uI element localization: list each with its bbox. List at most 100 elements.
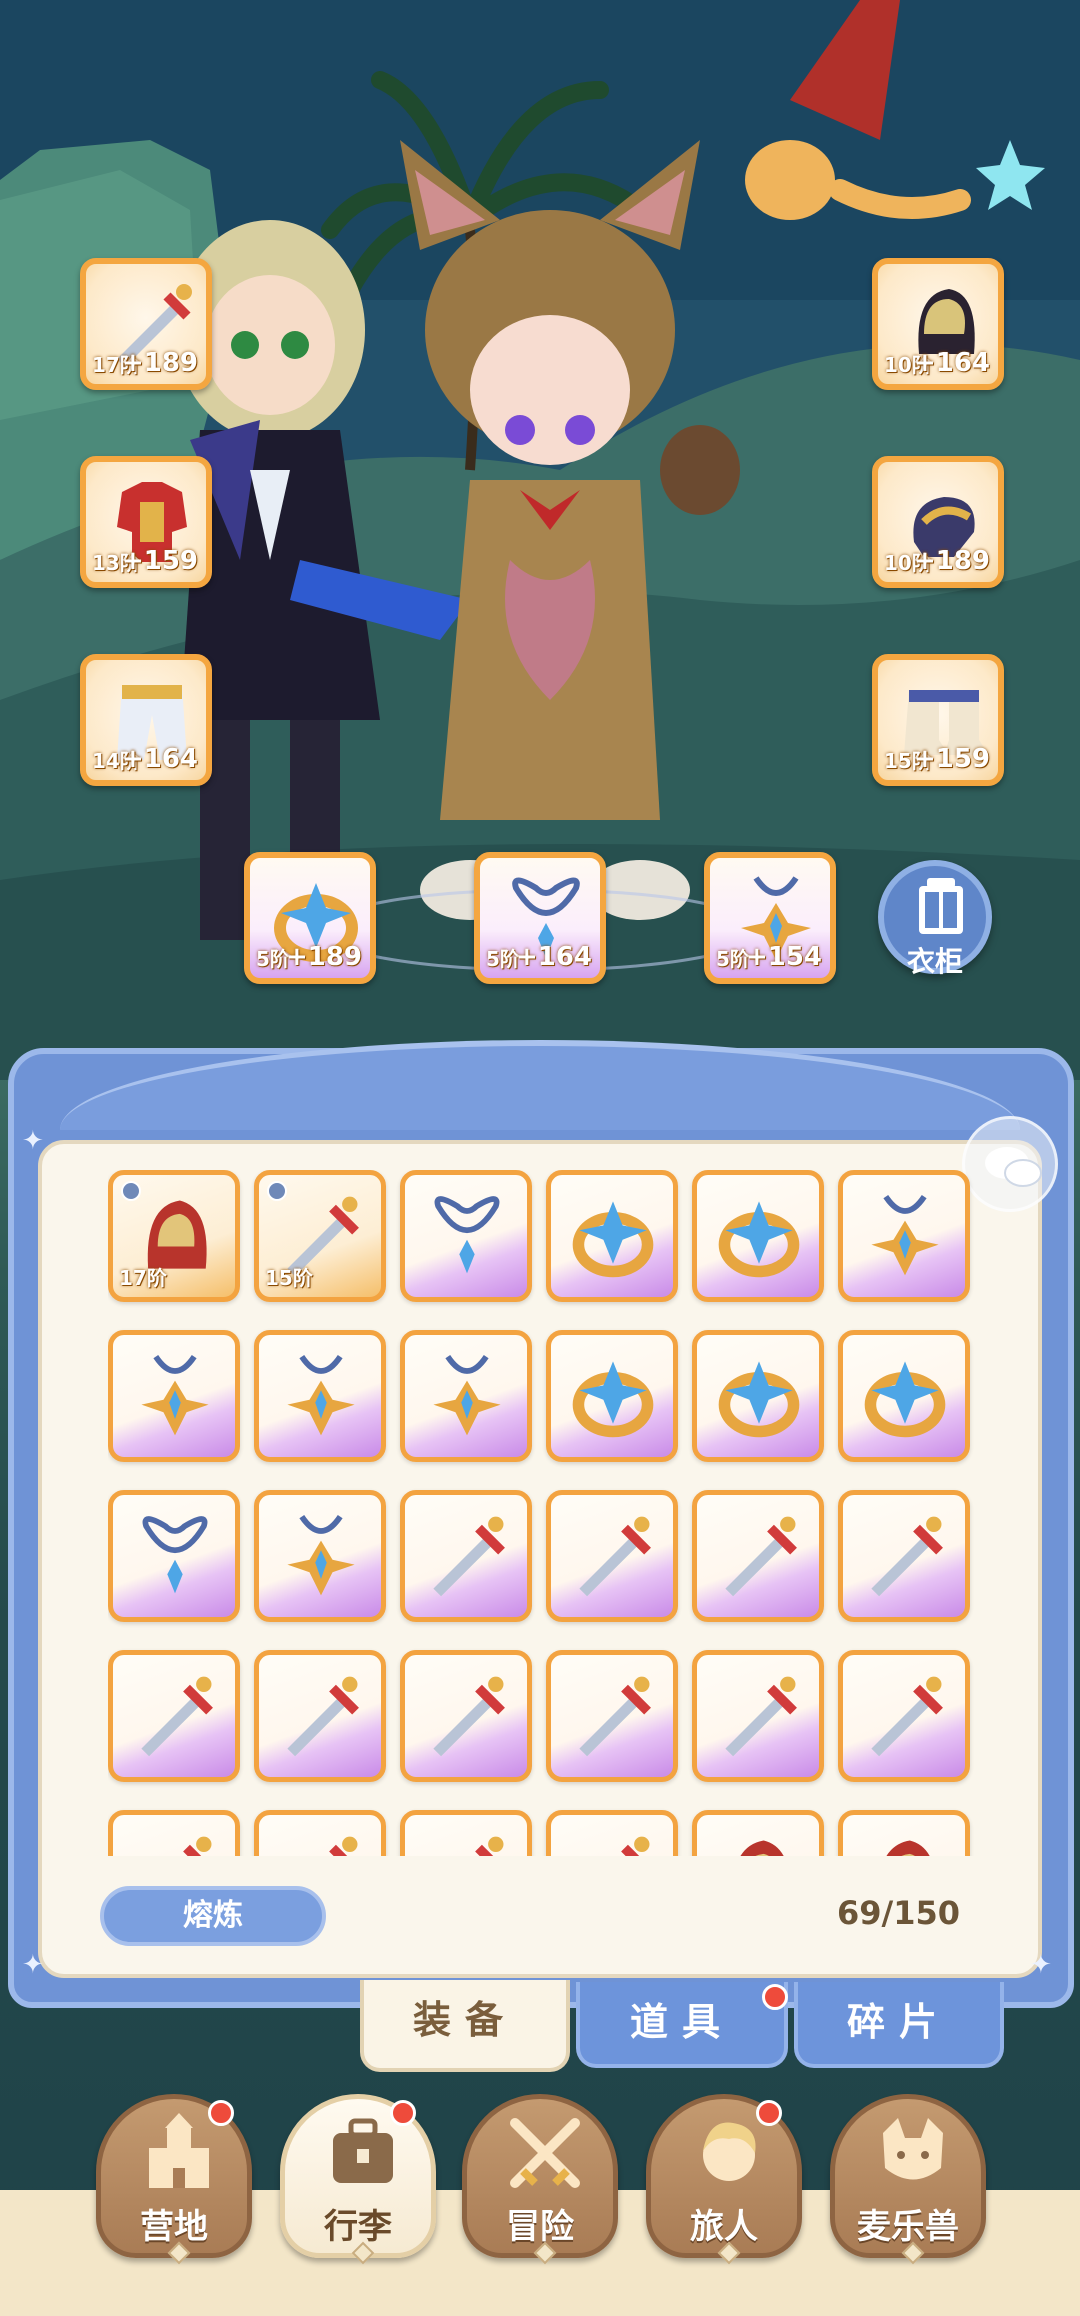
castle-icon — [149, 2113, 209, 2188]
equip-slot-armor[interactable]: 13阶 +159 — [80, 456, 212, 588]
inventory-item-ring[interactable] — [692, 1170, 824, 1302]
inventory-grid-viewport[interactable]: 17阶 15阶 — [108, 1170, 988, 1856]
sword-icon — [433, 1516, 505, 1597]
sword-icon — [287, 1676, 359, 1757]
inventory-item-amulet[interactable] — [254, 1490, 386, 1622]
character-scene: 17阶 +189 13阶 +159 14阶 +164 10阶 +164 10阶 … — [0, 0, 1080, 1080]
inventory-item-sword[interactable] — [400, 1810, 532, 1856]
sword-icon — [579, 1516, 651, 1597]
bag-icon — [333, 2118, 393, 2183]
inventory-item-sword[interactable] — [108, 1650, 240, 1782]
crossed-swords-icon — [510, 2118, 580, 2188]
amulet-icon — [141, 1354, 209, 1436]
sword-icon — [329, 1836, 358, 1856]
item-level: 15阶 — [265, 1266, 313, 1290]
slot-level: 5阶 — [716, 947, 750, 971]
nav-label: 行李 — [324, 2207, 392, 2247]
amulet-icon — [871, 1194, 939, 1276]
inventory-item-sword[interactable]: 15阶 — [254, 1170, 386, 1302]
inventory-item-sword[interactable] — [108, 1810, 240, 1856]
inventory-item-ring[interactable] — [546, 1170, 678, 1302]
equip-slot-weapon[interactable]: 17阶 +189 — [80, 258, 212, 390]
nav-label: 旅人 — [690, 2207, 758, 2247]
inventory-item-sword[interactable] — [838, 1650, 970, 1782]
nav-label: 营地 — [140, 2207, 208, 2247]
inventory-item-ring[interactable] — [546, 1330, 678, 1462]
inventory-item-amulet[interactable] — [254, 1330, 386, 1462]
inventory-item-sword[interactable] — [838, 1490, 970, 1622]
inventory-item-sword[interactable] — [400, 1650, 532, 1782]
tab-items[interactable]: 道具 — [576, 1982, 788, 2068]
equip-slot-necklace[interactable]: 5阶 +164 — [474, 852, 606, 984]
equip-slot-helmet[interactable]: 10阶 +164 — [872, 258, 1004, 390]
slot-bonus: +159 — [913, 744, 990, 774]
corner-ornament: ✦ — [1030, 1950, 1052, 1980]
lock-icon — [121, 1181, 141, 1201]
inventory-item-sword[interactable] — [692, 1490, 824, 1622]
inventory-item-sword[interactable] — [254, 1650, 386, 1782]
sword-icon — [579, 1676, 651, 1757]
nav-label: 麦乐兽 — [857, 2207, 959, 2247]
wardrobe-button[interactable]: 衣柜 — [878, 860, 992, 978]
ring-icon — [718, 1361, 800, 1438]
slot-bonus: +159 — [121, 546, 198, 576]
sword-icon — [871, 1516, 943, 1597]
inventory-capacity: 69/150 — [836, 1894, 960, 1932]
traveler-icon — [703, 2122, 756, 2181]
wardrobe-icon — [919, 878, 963, 934]
sword-icon — [475, 1836, 504, 1856]
slot-bonus: +154 — [745, 942, 822, 972]
amulet-icon — [433, 1354, 501, 1436]
inventory-item-sword[interactable] — [546, 1650, 678, 1782]
inventory-item-amulet[interactable] — [108, 1330, 240, 1462]
inventory-item-ring[interactable] — [692, 1330, 824, 1462]
item-level: 17阶 — [119, 1266, 167, 1290]
amulet-icon — [287, 1354, 355, 1436]
smelt-button[interactable]: 熔炼 — [100, 1886, 326, 1946]
inventory-item-sword[interactable] — [546, 1490, 678, 1622]
nav-merlin[interactable]: 麦乐兽 — [830, 2094, 986, 2265]
slot-bonus: +189 — [285, 942, 362, 972]
ring-icon — [572, 1201, 654, 1278]
inventory-item-sword[interactable] — [692, 1650, 824, 1782]
inventory-item-sword[interactable] — [400, 1490, 532, 1622]
slot-level: 5阶 — [256, 947, 290, 971]
ring-icon — [864, 1361, 946, 1438]
wardrobe-label: 衣柜 — [906, 945, 963, 978]
inventory-item-necklace[interactable] — [400, 1170, 532, 1302]
ring-icon — [572, 1361, 654, 1438]
sword-icon — [433, 1676, 505, 1757]
tab-equipment[interactable]: 装备 — [360, 1980, 570, 2072]
inventory-item-sword[interactable] — [546, 1810, 678, 1856]
necklace-icon — [142, 1516, 208, 1594]
inventory-item-necklace[interactable] — [108, 1490, 240, 1622]
cat-icon — [883, 2118, 943, 2180]
equip-slot-ring[interactable]: 5阶 +189 — [244, 852, 376, 984]
sword-icon — [725, 1676, 797, 1757]
inventory-item-helmet[interactable]: 17阶 — [108, 1170, 240, 1302]
inventory-item-amulet[interactable] — [400, 1330, 532, 1462]
inventory-item-ring[interactable] — [838, 1330, 970, 1462]
inventory-item-amulet[interactable] — [838, 1170, 970, 1302]
slot-bonus: +164 — [515, 942, 592, 972]
slot-bonus: +164 — [913, 348, 990, 378]
equip-slot-legs[interactable]: 14阶 +164 — [80, 654, 212, 786]
nav-luggage-badge — [390, 2100, 416, 2126]
amulet-icon — [287, 1514, 355, 1596]
sword-icon — [871, 1676, 943, 1757]
corner-ornament: ✦ — [22, 1126, 44, 1156]
equip-slot-boots[interactable]: 15阶 +159 — [872, 654, 1004, 786]
nav-adventure[interactable]: 冒险 — [462, 2094, 618, 2265]
slot-level: 5阶 — [486, 947, 520, 971]
inventory-item-helmet[interactable] — [692, 1810, 824, 1856]
nav-camp-badge — [208, 2100, 234, 2126]
equip-slot-amulet[interactable]: 5阶 +154 — [704, 852, 836, 984]
equip-slot-gloves[interactable]: 10阶 +189 — [872, 456, 1004, 588]
corner-ornament: ✦ — [22, 1950, 44, 1980]
slot-bonus: +189 — [121, 348, 198, 378]
tab-fragments[interactable]: 碎片 — [794, 1982, 1004, 2068]
sword-icon — [141, 1676, 213, 1757]
necklace-icon — [434, 1196, 500, 1274]
inventory-item-helmet[interactable] — [838, 1810, 970, 1856]
inventory-item-sword[interactable] — [254, 1810, 386, 1856]
